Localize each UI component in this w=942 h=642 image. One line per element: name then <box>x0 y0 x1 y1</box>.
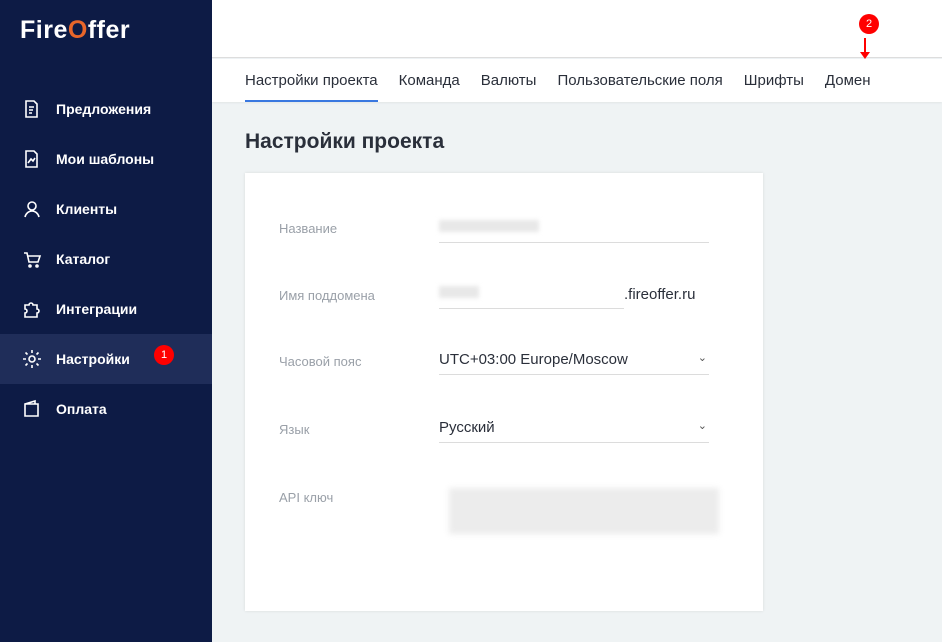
label: Предложения <box>56 101 152 117</box>
sidebar-item-offers[interactable]: Предложения <box>0 84 212 134</box>
timezone-label: Часовой пояс <box>279 354 362 369</box>
annotation-arrowhead-icon <box>860 52 870 59</box>
chevron-down-icon: ⌄ <box>697 420 707 432</box>
tab-fonts[interactable]: Шрифты <box>744 59 804 102</box>
name-label: Название <box>279 221 338 236</box>
cart-icon <box>24 252 42 268</box>
label: Каталог <box>56 251 111 267</box>
name-input[interactable] <box>439 213 709 243</box>
timezone-select[interactable]: UTC+03:00 Europe/Moscow ⌄ <box>439 345 709 375</box>
wallet-icon <box>24 399 39 417</box>
tab-custom-fields[interactable]: Пользовательские поля <box>557 59 722 102</box>
sidebar-item-integrations[interactable]: Интеграции <box>0 284 212 334</box>
settings-tabs: Настройки проекта Команда Валюты Пользов… <box>212 59 942 102</box>
tab-currencies[interactable]: Валюты <box>481 59 537 102</box>
subdomain-input[interactable] <box>439 279 624 309</box>
label: Клиенты <box>56 201 118 217</box>
document-dollar-icon <box>25 100 38 118</box>
label: Оплата <box>56 401 107 417</box>
label: Настройки <box>56 351 130 367</box>
timezone-value: UTC+03:00 Europe/Moscow <box>439 351 628 368</box>
sidebar-item-payment[interactable]: Оплата <box>0 384 212 434</box>
annotation-badge-1: 1 <box>154 345 174 365</box>
top-bar <box>212 0 942 58</box>
api-key-label: API ключ <box>279 490 334 505</box>
language-label: Язык <box>279 422 310 437</box>
sidebar-item-settings[interactable]: Настройки 1 <box>0 334 212 384</box>
puzzle-icon <box>24 302 40 318</box>
user-icon <box>24 201 40 218</box>
subdomain-label: Имя поддомена <box>279 288 375 303</box>
language-value: Русский <box>439 419 495 436</box>
annotation-badge-2: 2 <box>859 14 879 34</box>
sidebar: FireOffer Предложения Мои шаблоны Клиент… <box>0 0 212 642</box>
chevron-down-icon: ⌄ <box>697 352 707 364</box>
label: Мои шаблоны <box>56 151 155 167</box>
tab-project-settings[interactable]: Настройки проекта <box>245 59 378 102</box>
settings-card: Название Имя поддомена .fireoffer.ru Час… <box>245 173 763 611</box>
tab-domain[interactable]: Домен <box>825 59 871 102</box>
logo: FireOffer <box>20 16 131 44</box>
subdomain-suffix: .fireoffer.ru <box>624 286 696 303</box>
gear-icon <box>23 350 41 368</box>
sidebar-item-clients[interactable]: Клиенты <box>0 184 212 234</box>
language-select[interactable]: Русский ⌄ <box>439 413 709 443</box>
page-title: Настройки проекта <box>245 130 445 153</box>
api-key-value <box>449 488 719 534</box>
label: Интеграции <box>56 301 138 317</box>
tab-team[interactable]: Команда <box>399 59 460 102</box>
template-icon <box>25 150 38 168</box>
sidebar-item-templates[interactable]: Мои шаблоны <box>0 134 212 184</box>
sidebar-item-catalog[interactable]: Каталог <box>0 234 212 284</box>
